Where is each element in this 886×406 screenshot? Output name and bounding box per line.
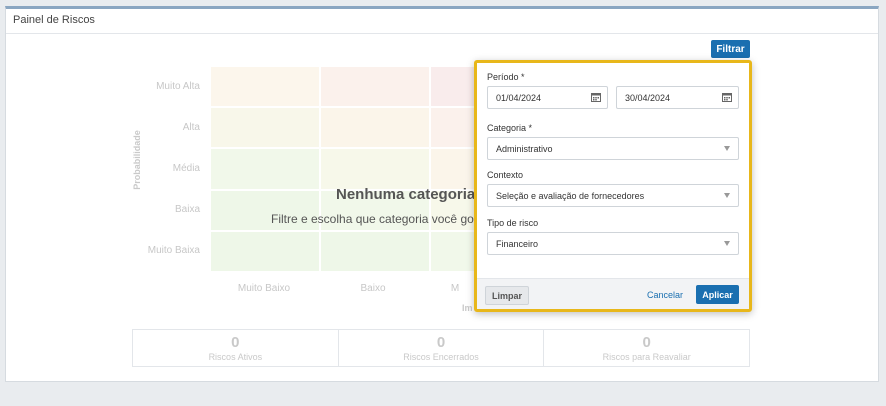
filter-popup: Período * 01/04/2024 30/04/2024 Categori… bbox=[474, 60, 752, 312]
contexto-value: Seleção e avaliação de fornecedores bbox=[496, 191, 645, 201]
empty-state-title: Nenhuma categoria s bbox=[336, 186, 488, 203]
categoria-label: Categoria * bbox=[487, 123, 533, 133]
stat-active: 0 Riscos Ativos bbox=[133, 330, 339, 366]
heatmap-cell bbox=[321, 231, 429, 271]
heatmap-cell bbox=[211, 108, 319, 148]
row-label-baixa: Baixa bbox=[174, 204, 200, 215]
row-label-muito-alta: Muito Alta bbox=[156, 81, 200, 92]
stat-reevaluate: 0 Riscos para Reavaliar bbox=[544, 330, 749, 366]
stat-label: Riscos Ativos bbox=[208, 352, 263, 362]
panel-title: Painel de Riscos bbox=[6, 9, 878, 34]
stat-closed: 0 Riscos Encerrados bbox=[339, 330, 545, 366]
filter-button[interactable]: Filtrar bbox=[711, 40, 750, 58]
start-date-input[interactable]: 01/04/2024 bbox=[487, 86, 608, 109]
stat-label: Riscos Encerrados bbox=[403, 352, 479, 362]
heatmap-cell bbox=[321, 149, 429, 189]
popup-footer: Limpar Cancelar Aplicar bbox=[477, 278, 749, 309]
heatmap-cell bbox=[321, 108, 429, 148]
stat-value: 0 bbox=[231, 334, 240, 351]
stat-value: 0 bbox=[642, 334, 651, 351]
cancel-button[interactable]: Cancelar bbox=[647, 290, 683, 300]
row-label-alta: Alta bbox=[182, 122, 200, 133]
empty-state-subtitle: Filtre e escolha que categoria você gost… bbox=[271, 212, 490, 226]
start-date-value: 01/04/2024 bbox=[496, 93, 542, 103]
periodo-label: Período * bbox=[487, 72, 525, 82]
x-axis-title: Im bbox=[462, 303, 473, 313]
tipo-risco-select[interactable]: Financeiro bbox=[487, 232, 739, 255]
stat-label: Riscos para Reavaliar bbox=[602, 352, 691, 362]
tipo-risco-value: Financeiro bbox=[496, 239, 539, 249]
row-label-media: Média bbox=[172, 163, 200, 174]
categoria-select[interactable]: Administrativo bbox=[487, 137, 739, 160]
row-label-muito-baixa: Muito Baixa bbox=[147, 245, 200, 256]
stats-bar: 0 Riscos Ativos 0 Riscos Encerrados 0 Ri… bbox=[132, 329, 750, 367]
end-date-input[interactable]: 30/04/2024 bbox=[616, 86, 739, 109]
heatmap-cell bbox=[211, 149, 319, 189]
heatmap-cell bbox=[321, 67, 429, 107]
col-label-muito-baixo: Muito Baixo bbox=[237, 283, 291, 294]
limpar-button[interactable]: Limpar bbox=[485, 286, 529, 305]
categoria-value: Administrativo bbox=[496, 144, 553, 154]
heatmap-cell bbox=[211, 231, 319, 271]
calendar-icon[interactable] bbox=[722, 92, 732, 102]
heatmap-cell bbox=[211, 67, 319, 107]
calendar-icon[interactable] bbox=[591, 92, 601, 102]
chevron-down-icon bbox=[724, 193, 730, 198]
col-label-baixo: Baixo bbox=[360, 283, 386, 294]
chevron-down-icon bbox=[724, 241, 730, 246]
apply-button[interactable]: Aplicar bbox=[696, 285, 739, 304]
contexto-select[interactable]: Seleção e avaliação de fornecedores bbox=[487, 184, 739, 207]
tipo-risco-label: Tipo de risco bbox=[487, 218, 539, 228]
end-date-value: 30/04/2024 bbox=[625, 93, 671, 103]
chevron-down-icon bbox=[724, 146, 730, 151]
stat-value: 0 bbox=[436, 334, 446, 351]
contexto-label: Contexto bbox=[487, 170, 524, 180]
